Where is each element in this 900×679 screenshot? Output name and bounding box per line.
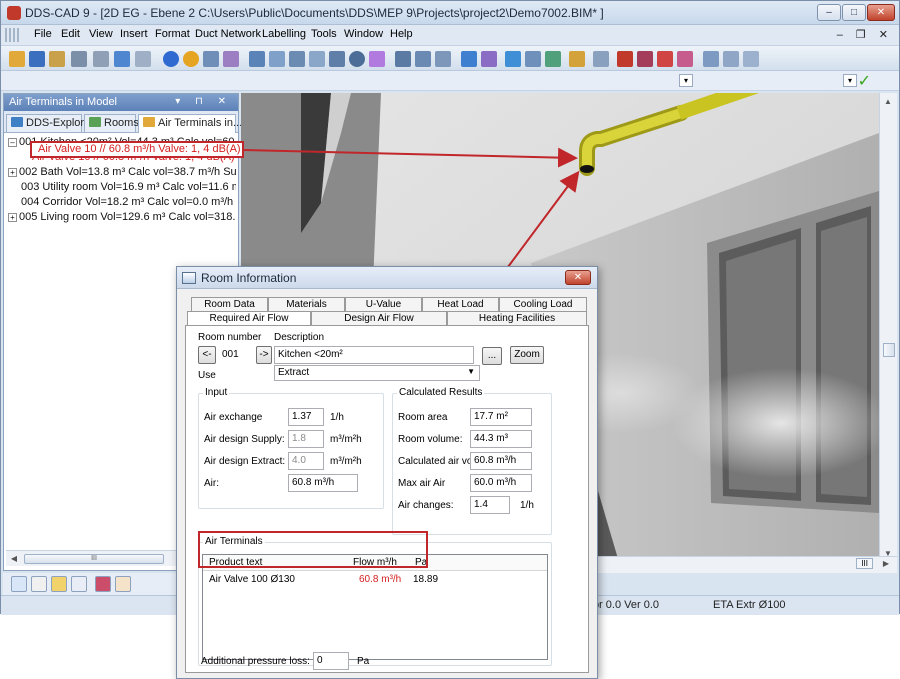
tab-heating-facilities[interactable]: Heating Facilities [447, 311, 587, 326]
chevron-down-icon: ▼ [467, 367, 475, 376]
room-information-dialog: Room Information ✕ Room Data Materials U… [176, 266, 598, 679]
table-highlight-box [198, 531, 428, 568]
description-label: Description [274, 332, 325, 343]
dialog-window-icon [182, 272, 196, 284]
air-exchange-field[interactable]: 1.37 [288, 408, 324, 426]
results-group-title: Calculated Results [397, 387, 485, 398]
dialog-title: Room Information [201, 271, 297, 285]
air-design-extract-label: Air design Extract: [204, 456, 286, 467]
air-label: Air: [204, 478, 219, 489]
pressure-loss-label: Additional pressure loss: [201, 656, 310, 667]
room-area-value: 17.7 m² [470, 408, 532, 426]
max-air-label: Max air Air [398, 478, 446, 489]
calculated-air-label: Calculated air vol.: [398, 456, 481, 467]
room-volume-label: Room volume: [398, 434, 463, 445]
row-pa: 18.89 [413, 574, 439, 585]
dialog-tab-panel: Room number Description <- 001 -> Kitche… [185, 325, 589, 673]
air-design-supply-field[interactable]: 1.8 [288, 430, 324, 448]
tab-required-air-flow[interactable]: Required Air Flow [187, 311, 311, 326]
browse-button[interactable]: ... [482, 347, 502, 365]
air-terminals-table: Product text Flow m³/h Pa Air Valve 100 … [202, 554, 548, 660]
pressure-loss-unit: Pa [357, 656, 370, 667]
table-row[interactable]: Air Valve 100 Ø130 60.8 m³/h 18.89 [203, 572, 547, 587]
row-flow: 60.8 m³/h [359, 574, 402, 585]
air-changes-label: Air changes: [398, 500, 454, 511]
air-design-extract-unit: m³/m²h [330, 456, 362, 467]
max-air-value: 60.0 m³/h [470, 474, 532, 492]
air-field[interactable]: 60.8 m³/h [288, 474, 358, 492]
air-design-supply-unit: m³/m²h [330, 434, 362, 445]
room-area-label: Room area [398, 412, 448, 423]
tab-heat-load[interactable]: Heat Load [422, 297, 499, 312]
tab-u-value[interactable]: U-Value [345, 297, 422, 312]
room-number-label: Room number [198, 332, 262, 343]
tab-cooling-load[interactable]: Cooling Load [499, 297, 587, 312]
air-exchange-label: Air exchange [204, 412, 263, 423]
use-select[interactable]: Extract ▼ [274, 365, 480, 381]
next-room-button[interactable]: -> [256, 346, 272, 364]
dialog-close-button[interactable]: ✕ [565, 270, 591, 285]
air-changes-value: 1.4 [470, 496, 510, 514]
use-label: Use [198, 370, 216, 381]
air-design-supply-label: Air design Supply: [204, 434, 285, 445]
dialog-title-bar: Room Information ✕ [177, 267, 597, 289]
air-changes-unit: 1/h [520, 500, 534, 511]
room-number-value: 001 [218, 346, 254, 364]
tab-design-air-flow[interactable]: Design Air Flow [311, 311, 447, 326]
callout-arrow-top [243, 147, 578, 168]
use-select-value: Extract [278, 367, 310, 378]
input-group-title: Input [203, 387, 230, 398]
row-product: Air Valve 100 Ø130 [209, 574, 295, 585]
tab-materials[interactable]: Materials [268, 297, 345, 312]
air-design-extract-field[interactable]: 4.0 [288, 452, 324, 470]
room-volume-value: 44.3 m³ [470, 430, 532, 448]
calculated-air-value: 60.8 m³/h [470, 452, 532, 470]
previous-room-button[interactable]: <- [198, 346, 216, 364]
zoom-button[interactable]: Zoom [510, 346, 544, 364]
tab-room-data[interactable]: Room Data [191, 297, 268, 312]
description-field[interactable]: Kitchen <20m² [274, 346, 474, 364]
pressure-loss-field[interactable]: 0 [313, 652, 349, 670]
air-exchange-unit: 1/h [330, 412, 344, 423]
